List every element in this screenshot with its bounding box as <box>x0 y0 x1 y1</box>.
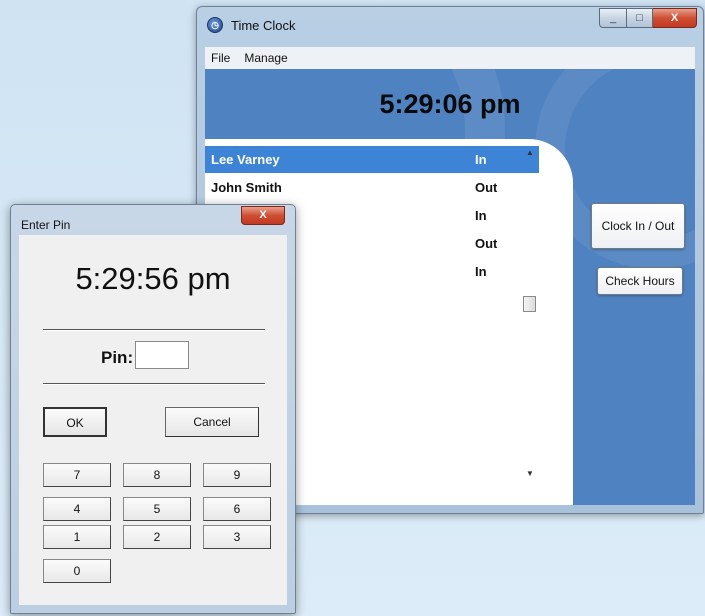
main-titlebar[interactable]: ◷ Time Clock _ □ X <box>197 7 703 43</box>
keypad-key-5[interactable]: 5 <box>123 497 191 521</box>
check-hours-button[interactable]: Check Hours <box>597 267 683 295</box>
menu-manage[interactable]: Manage <box>238 51 295 65</box>
keypad-key-6[interactable]: 6 <box>203 497 271 521</box>
cancel-button[interactable]: Cancel <box>165 407 259 437</box>
list-item[interactable]: John Smith Out <box>205 173 539 201</box>
caption-buttons: _ □ X <box>599 8 697 28</box>
minimize-button[interactable]: _ <box>599 8 627 28</box>
pin-dialog-client: 5:29:56 pm Pin: OK Cancel 7 8 9 4 5 6 1 … <box>19 235 287 605</box>
employee-name: John Smith <box>211 179 282 195</box>
keypad-key-7[interactable]: 7 <box>43 463 111 487</box>
pin-clock-display: 5:29:56 pm <box>75 261 231 296</box>
pin-dialog-close-button[interactable]: X <box>241 206 285 225</box>
employee-status: In <box>475 207 487 223</box>
employee-status: Out <box>475 179 498 195</box>
list-item[interactable]: Lee Varney In <box>205 146 539 173</box>
clock-app-icon: ◷ <box>207 17 223 33</box>
enter-pin-dialog: Enter Pin X 5:29:56 pm Pin: OK Cancel 7 … <box>10 204 296 614</box>
divider <box>43 329 265 331</box>
keypad-key-3[interactable]: 3 <box>203 525 271 549</box>
close-button[interactable]: X <box>653 8 697 28</box>
scroll-down-arrow-icon[interactable]: ▼ <box>521 469 539 478</box>
menu-bar: File Manage <box>205 47 695 69</box>
employee-status: Out <box>475 235 498 251</box>
pin-dialog-title: Enter Pin <box>21 218 71 232</box>
main-clock-display: 5:29:06 pm <box>379 89 521 119</box>
keypad-key-9[interactable]: 9 <box>203 463 271 487</box>
maximize-button[interactable]: □ <box>627 8 653 28</box>
ok-button[interactable]: OK <box>43 407 107 437</box>
divider <box>43 383 265 385</box>
main-window-title: Time Clock <box>231 17 296 33</box>
employee-status: In <box>475 263 487 279</box>
keypad-key-0[interactable]: 0 <box>43 559 111 583</box>
keypad-key-1[interactable]: 1 <box>43 525 111 549</box>
keypad-key-2[interactable]: 2 <box>123 525 191 549</box>
employee-status: In <box>475 152 487 167</box>
pin-input[interactable] <box>135 341 189 369</box>
keypad-key-8[interactable]: 8 <box>123 463 191 487</box>
list-scrollbar[interactable]: ▲ ▼ <box>521 146 539 482</box>
pin-label: Pin: <box>101 348 134 367</box>
keypad-key-4[interactable]: 4 <box>43 497 111 521</box>
scroll-up-arrow-icon[interactable]: ▲ <box>521 148 539 157</box>
employee-name: Lee Varney <box>211 152 280 167</box>
clock-in-out-button[interactable]: Clock In / Out <box>591 203 685 249</box>
menu-file[interactable]: File <box>205 51 238 65</box>
scroll-thumb[interactable] <box>523 296 536 312</box>
